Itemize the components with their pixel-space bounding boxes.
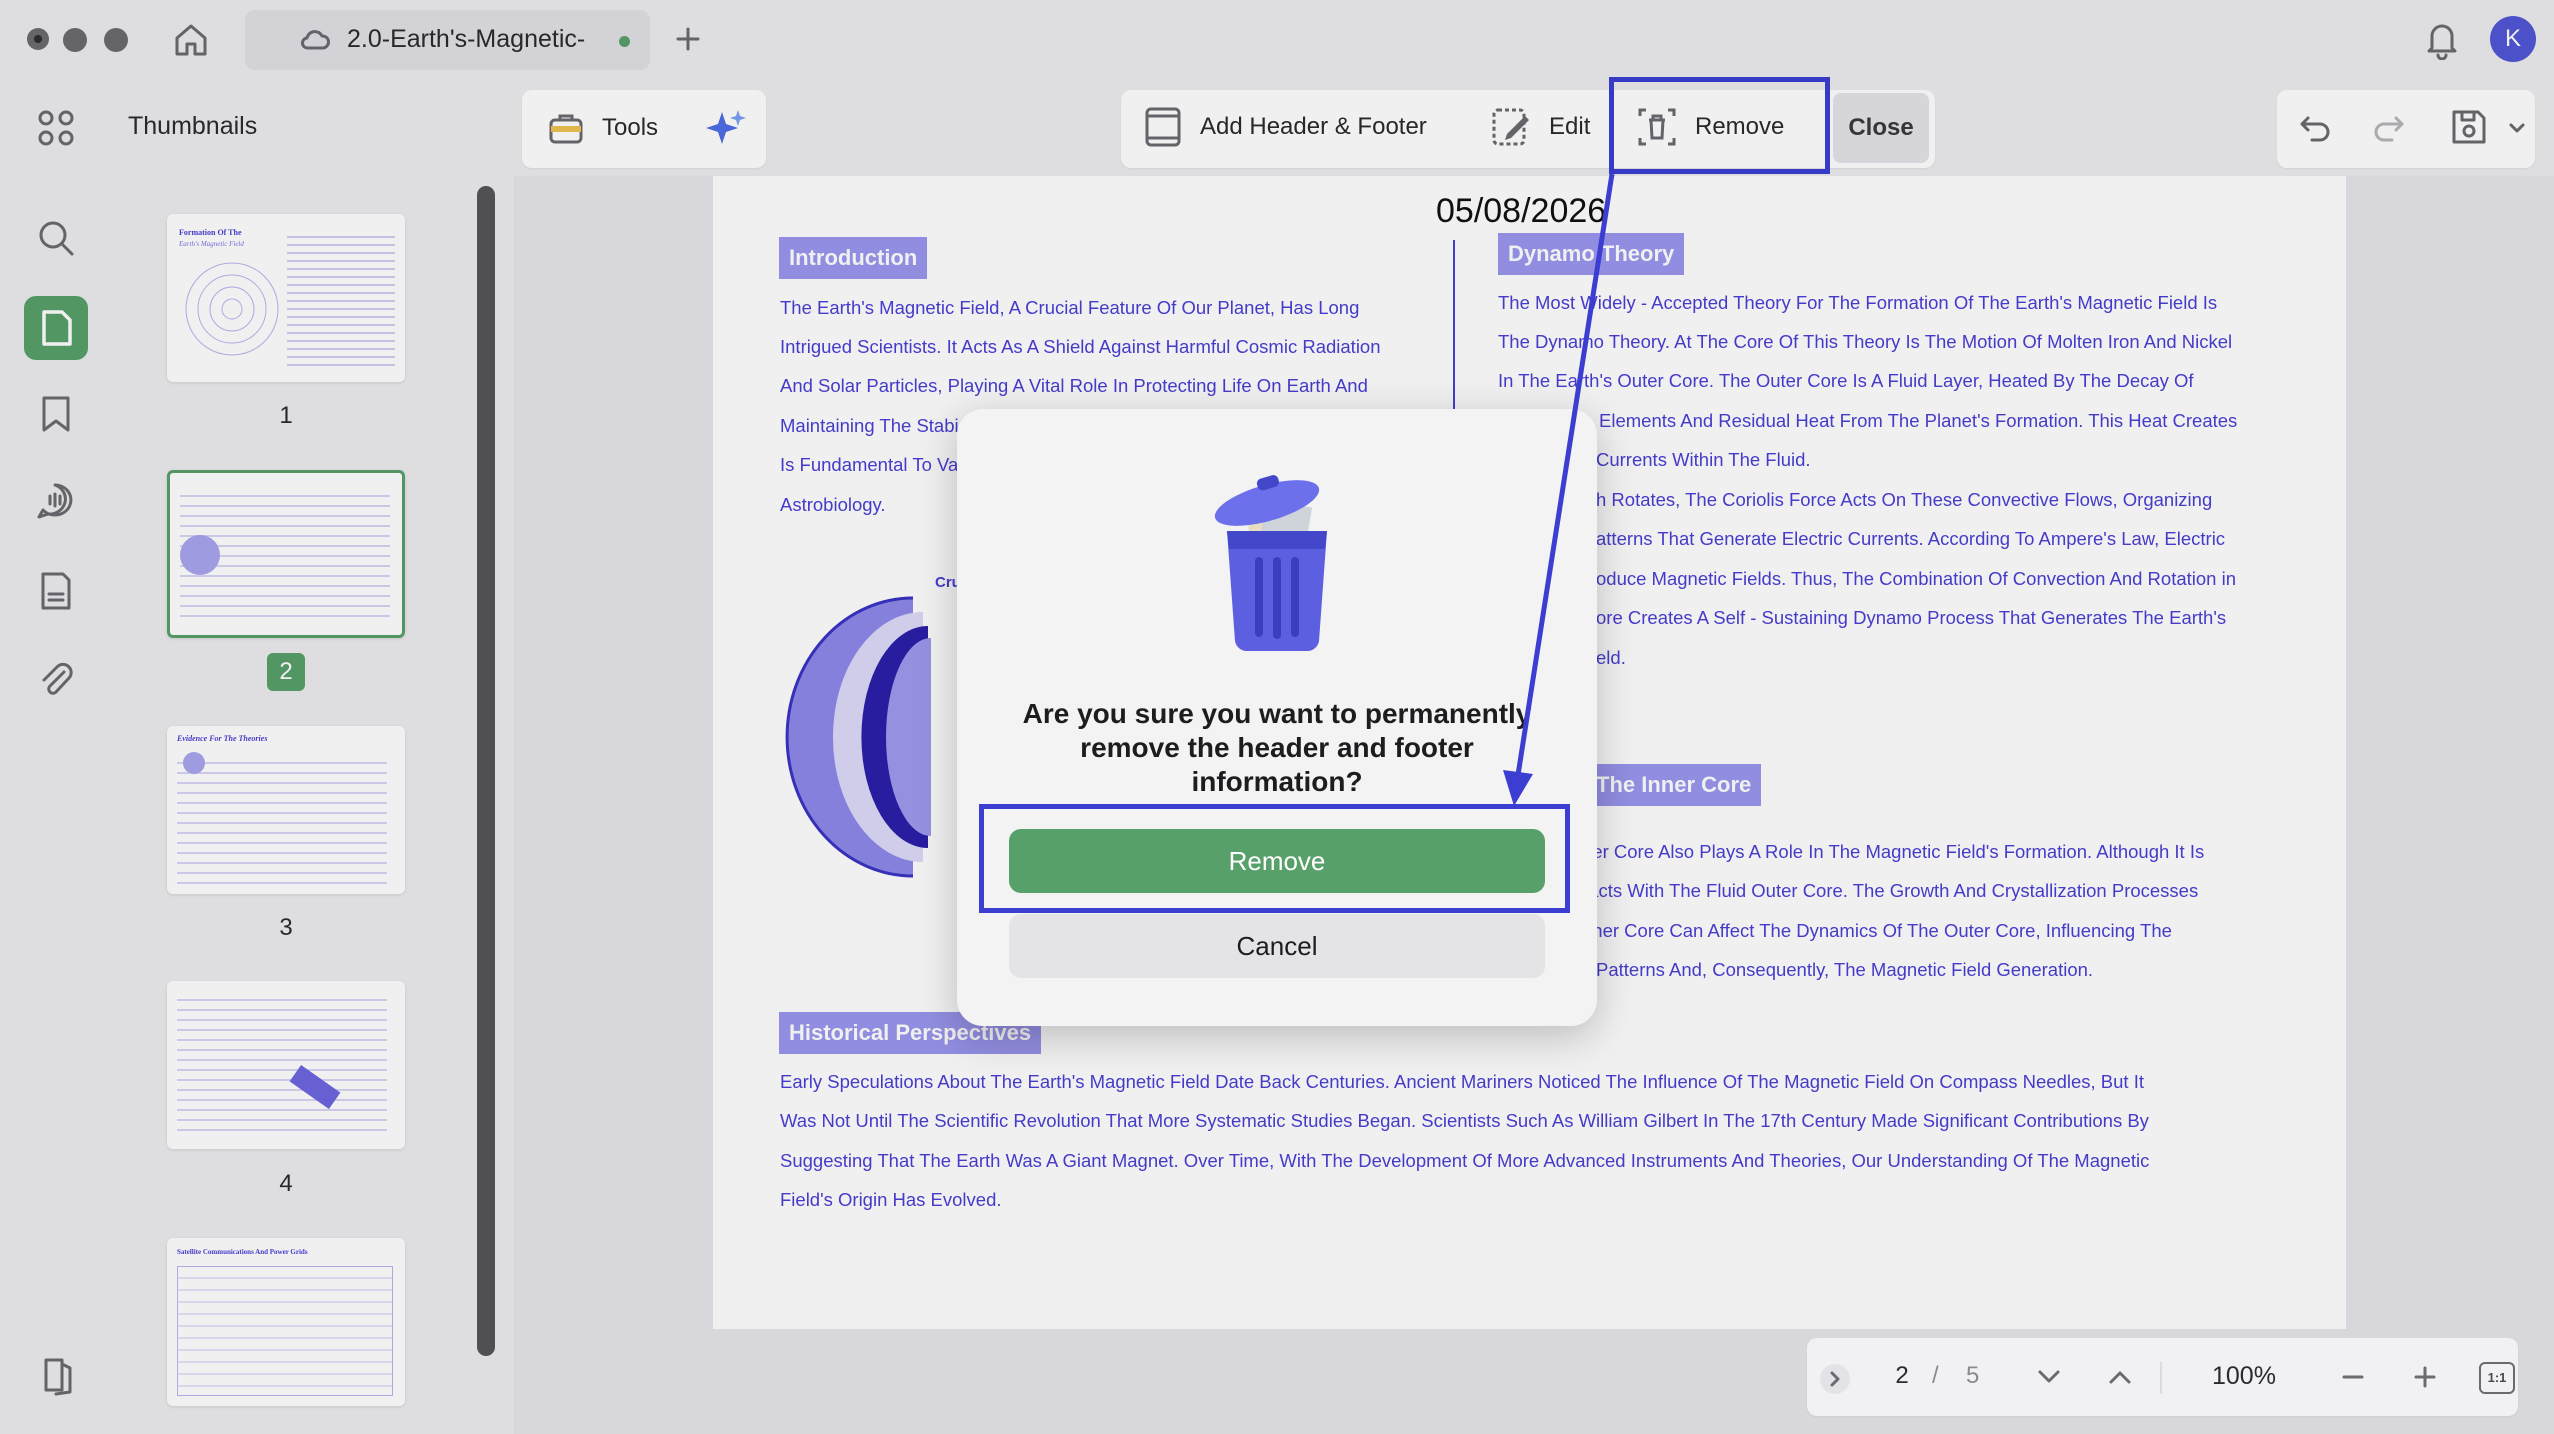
dialog-cancel-button[interactable]: Cancel: [1009, 914, 1545, 978]
zoom-out-icon[interactable]: [2338, 1362, 2368, 1392]
previous-page-chevron-icon[interactable]: [2103, 1360, 2137, 1394]
pager-divider: [2160, 1362, 2162, 1394]
total-pages: 5: [1966, 1362, 1980, 1389]
trash-can-icon: [1214, 475, 1327, 652]
dialog-message: Are you sure you want to permanently rem…: [1022, 698, 1532, 797]
actual-size-button[interactable]: 1:1: [2479, 1362, 2515, 1394]
zoom-level[interactable]: 100%: [2212, 1362, 2276, 1391]
remove-confirmation-dialog: Are you sure you want to permanently rem…: [957, 409, 1597, 1026]
next-page-chevron-icon[interactable]: [2032, 1360, 2066, 1394]
expand-pager-icon[interactable]: [1820, 1364, 1850, 1394]
zoom-in-icon[interactable]: [2410, 1362, 2440, 1392]
page-separator: /: [1932, 1362, 1939, 1389]
dialog-remove-highlight-box: [979, 804, 1570, 913]
current-page-input[interactable]: 2: [1885, 1362, 1919, 1390]
